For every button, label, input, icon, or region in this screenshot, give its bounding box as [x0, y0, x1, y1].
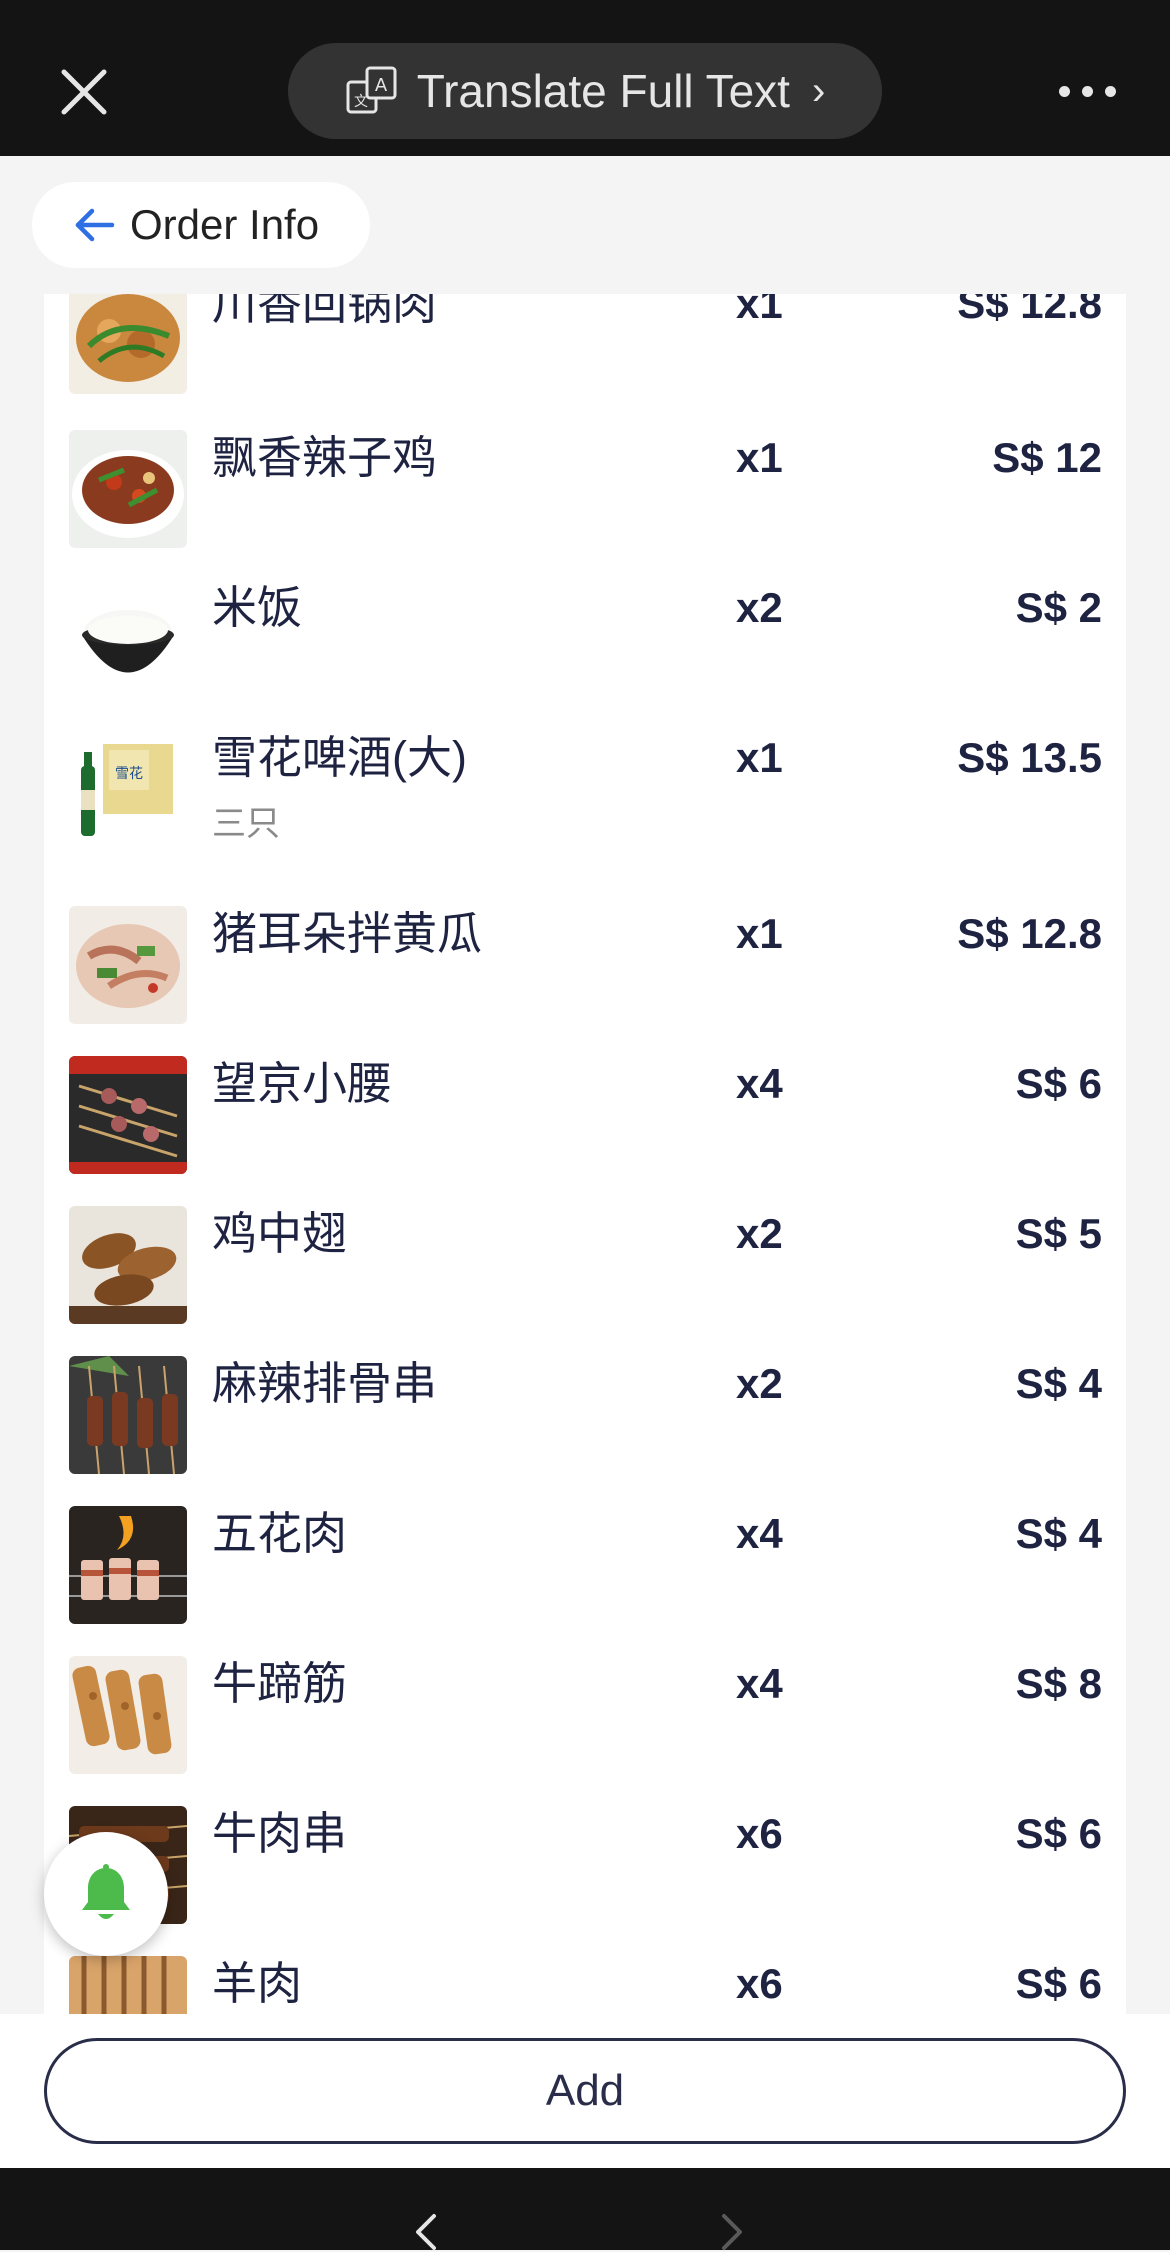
- notification-button[interactable]: [44, 1832, 168, 1956]
- order-item: 猪耳朵拌黄瓜 x1 S$ 12.8: [44, 906, 1126, 1056]
- item-price: S$ 4: [1015, 1510, 1102, 1557]
- browser-nav-bar: [0, 2168, 1170, 2250]
- item-quantity: x2: [736, 584, 783, 631]
- kidney-skewer-photo: [69, 1056, 187, 1174]
- item-price: S$ 13.5: [957, 734, 1102, 781]
- more-button[interactable]: [1052, 66, 1122, 116]
- more-icon-dot: [1104, 85, 1116, 97]
- item-price: S$ 8: [1015, 1660, 1102, 1707]
- add-button[interactable]: Add: [44, 2038, 1126, 2144]
- beef-tendon-photo: [69, 1656, 187, 1774]
- stir-fry-pork-photo: [69, 294, 187, 394]
- item-name: 羊肉: [212, 1958, 303, 2009]
- item-name: 鸡中翅: [212, 1208, 348, 1259]
- item-price: S$ 2: [1015, 584, 1102, 631]
- item-quantity: x6: [736, 1960, 783, 2007]
- order-item: 五花肉 x4 S$ 4: [44, 1506, 1126, 1656]
- svg-text:雪花: 雪花: [115, 766, 143, 782]
- rice-bowl-photo: [69, 580, 187, 698]
- order-item: 羊肉 x6 S$ 6: [44, 1956, 1126, 2014]
- order-item: 鸡中翅 x2 S$ 5: [44, 1206, 1126, 1356]
- item-name: 川香回锅肉: [212, 294, 438, 329]
- chevron-right-icon[interactable]: [718, 2212, 748, 2252]
- lamb-skewer-photo: [69, 1956, 187, 2014]
- item-quantity: x1: [736, 294, 783, 327]
- item-quantity: x4: [736, 1660, 783, 1707]
- item-price: S$ 12: [992, 434, 1102, 481]
- order-item: 飘香辣子鸡 x1 S$ 12: [44, 430, 1126, 580]
- item-name: 雪花啤酒(大): [212, 732, 467, 783]
- item-name: 牛蹄筋: [212, 1658, 348, 1709]
- order-item: 牛蹄筋 x4 S$ 8: [44, 1656, 1126, 1806]
- chicken-wing-photo: [69, 1206, 187, 1324]
- svg-text:A: A: [375, 75, 388, 96]
- more-icon-dot: [1081, 85, 1093, 97]
- spicy-chicken-photo: [69, 430, 187, 548]
- translate-label: Translate Full Text: [416, 65, 790, 117]
- item-name: 望京小腰: [212, 1058, 393, 1109]
- order-items-list[interactable]: 川香回锅肉 x1 S$ 12.8 飘香辣子鸡 x1 S$ 12 米饭 x2 S$…: [44, 294, 1126, 2014]
- bottom-action-area: Add: [0, 2014, 1170, 2168]
- item-price: S$ 12.8: [957, 294, 1102, 327]
- bell-icon: [82, 1864, 130, 1919]
- item-price: S$ 6: [1015, 1810, 1102, 1857]
- item-price: S$ 6: [1015, 1060, 1102, 1107]
- order-item: 米饭 x2 S$ 2: [44, 580, 1126, 730]
- order-item: 麻辣排骨串 x2 S$ 4: [44, 1356, 1126, 1506]
- chevron-right-icon: ›: [811, 68, 826, 113]
- item-price: S$ 6: [1015, 1960, 1102, 2007]
- item-name: 米饭: [212, 582, 303, 633]
- item-note: 三只: [212, 805, 280, 843]
- item-price: S$ 5: [1015, 1210, 1102, 1257]
- arrow-left-icon: [75, 208, 115, 242]
- item-quantity: x2: [736, 1360, 783, 1407]
- order-item: 牛肉串 x6 S$ 6: [44, 1806, 1126, 1956]
- top-bar: A 文 Translate Full Text ›: [0, 0, 1170, 156]
- item-quantity: x1: [736, 910, 783, 957]
- translate-full-text-button[interactable]: A 文 Translate Full Text ›: [288, 43, 882, 139]
- item-price: S$ 12.8: [957, 910, 1102, 957]
- beer-photo: 雪花: [69, 730, 187, 848]
- item-name: 飘香辣子鸡: [212, 432, 438, 483]
- item-quantity: x1: [736, 434, 783, 481]
- item-name: 牛肉串: [212, 1808, 348, 1859]
- item-quantity: x1: [736, 734, 783, 781]
- close-icon: [61, 69, 107, 115]
- close-button[interactable]: [52, 60, 116, 124]
- rib-skewer-photo: [69, 1356, 187, 1474]
- back-button[interactable]: Order Info: [32, 182, 370, 268]
- pork-belly-photo: [69, 1506, 187, 1624]
- item-quantity: x6: [736, 1810, 783, 1857]
- item-name: 麻辣排骨串: [212, 1358, 438, 1409]
- item-name: 猪耳朵拌黄瓜: [212, 908, 483, 959]
- header-area: Order Info: [0, 156, 1170, 294]
- chevron-left-icon[interactable]: [410, 2212, 440, 2252]
- item-quantity: x4: [736, 1060, 783, 1107]
- more-icon: [1058, 85, 1070, 97]
- order-item: 望京小腰 x4 S$ 6: [44, 1056, 1126, 1206]
- pig-ear-cucumber-photo: [69, 906, 187, 1024]
- order-item: 雪花 雪花啤酒(大) 三只 x1 S$ 13.5: [44, 730, 1126, 880]
- back-label: Order Info: [130, 201, 320, 248]
- translate-icon: A 文: [346, 66, 397, 114]
- item-name: 五花肉: [212, 1508, 348, 1559]
- svg-text:文: 文: [354, 94, 368, 110]
- item-quantity: x4: [736, 1510, 783, 1557]
- item-price: S$ 4: [1015, 1360, 1102, 1407]
- item-quantity: x2: [736, 1210, 783, 1257]
- order-item: 川香回锅肉 x1 S$ 12.8: [44, 294, 1126, 426]
